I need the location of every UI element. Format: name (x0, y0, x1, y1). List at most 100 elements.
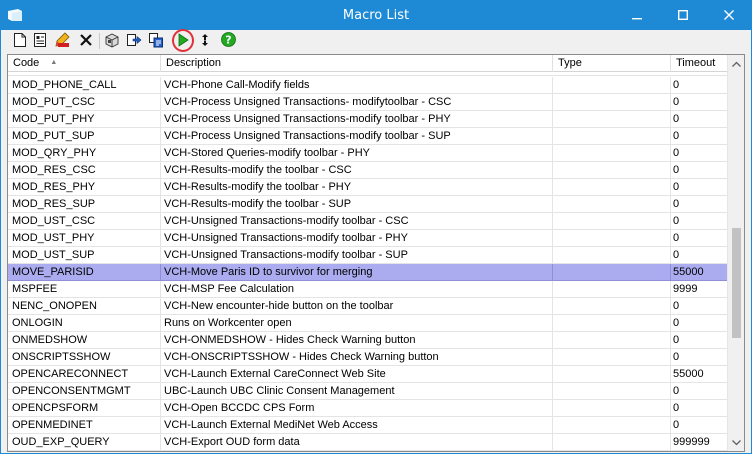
cell-description: VCH-Unsigned Transactions-modify toolbar… (161, 230, 553, 247)
minimize-button[interactable] (614, 0, 660, 30)
cell-timeout: 0 (671, 315, 728, 332)
refresh-button[interactable] (196, 32, 214, 50)
table-row[interactable]: MOD_PHONE_CALL VCH-Phone Call-Modify fiel… (8, 77, 728, 94)
cell-type (553, 230, 671, 247)
table-row[interactable]: MOD_PUT_PHY VCH-Process Unsigned Transact… (8, 111, 728, 128)
table-row[interactable]: ONMEDSHOW VCH-ONMEDSHOW - Hides Check War… (8, 332, 728, 349)
cell-description: VCH-Process Unsigned Transactions- modif… (161, 94, 553, 111)
cell-type (553, 298, 671, 315)
cell-code: MOD_RES_PHY (8, 179, 161, 196)
run-button[interactable] (174, 32, 192, 50)
scrollbar-thumb[interactable] (732, 228, 741, 338)
export-package-icon (104, 32, 120, 51)
cell-timeout: 0 (671, 128, 728, 145)
help-button[interactable]: ? (219, 32, 237, 50)
copy-button[interactable] (147, 32, 165, 50)
cell-timeout: 0 (671, 145, 728, 162)
table-row[interactable]: MOD_RES_SUP VCH-Results-modify the toolba… (8, 196, 728, 213)
scroll-down-button[interactable] (728, 434, 744, 451)
close-button[interactable] (706, 0, 752, 30)
cell-code: MOD_QRY_PHY (8, 145, 161, 162)
cell-type (553, 315, 671, 332)
import-icon (126, 32, 142, 51)
table-row[interactable]: MOD_UST_SUP VCH-Unsigned Transactions-mod… (8, 247, 728, 264)
delete-button[interactable] (77, 32, 95, 50)
column-header-type[interactable]: Type (553, 55, 671, 72)
cell-type (553, 128, 671, 145)
maximize-icon (678, 10, 688, 20)
cell-timeout: 0 (671, 383, 728, 400)
copy-icon (148, 32, 164, 51)
cell-code: MOD_PUT_SUP (8, 128, 161, 145)
edit-icon (55, 31, 71, 51)
scroll-up-button[interactable] (728, 55, 744, 72)
cell-description: VCH-Move Paris ID to survivor for mergin… (161, 264, 553, 281)
column-header-code[interactable]: Code ▲ (8, 55, 161, 72)
table-row[interactable]: MOD_UST_CSC VCH-Unsigned Transactions-mod… (8, 213, 728, 230)
cell-type (553, 281, 671, 298)
edit-button[interactable] (54, 31, 72, 51)
cell-description: VCH-Process Unsigned Transactions-modify… (161, 111, 553, 128)
cell-code: OUD_EXP_QUERY (8, 434, 161, 451)
table-row[interactable]: MOVE_PARISID VCH-Move Paris ID to survivo… (8, 264, 728, 281)
cell-description: VCH-New encounter-hide button on the too… (161, 298, 553, 315)
cell-description: VCH-Results-modify the toolbar - SUP (161, 196, 553, 213)
table-header: Code ▲ Description Type Timeout (8, 55, 728, 72)
table-row[interactable]: OPENCARECONNECT VCH-Launch External CareC… (8, 366, 728, 383)
column-header-timeout[interactable]: Timeout (671, 55, 728, 72)
cell-timeout: 55000 (671, 366, 728, 383)
table-row[interactable]: MOD_QRY_PHY VCH-Stored Queries-modify too… (8, 145, 728, 162)
cell-timeout: 0 (671, 94, 728, 111)
chevron-up-icon (731, 58, 741, 70)
table-row[interactable]: NENC_ONOPEN VCH-New encounter-hide button… (8, 298, 728, 315)
cell-description: VCH-Results-modify the toolbar - PHY (161, 179, 553, 196)
cell-timeout: 0 (671, 77, 728, 94)
cell-type (553, 417, 671, 434)
cell-code: MOD_RES_CSC (8, 162, 161, 179)
cell-code: MOD_RES_SUP (8, 196, 161, 213)
new-button[interactable] (11, 32, 29, 50)
cell-description: VCH-Launch External CareConnect Web Site (161, 366, 553, 383)
table-row[interactable]: MOD_PUT_CSC VCH-Process Unsigned Transact… (8, 94, 728, 111)
title-bar[interactable]: Macro List (0, 0, 752, 30)
cell-timeout: 0 (671, 332, 728, 349)
macro-table[interactable]: Code ▲ Description Type Timeout MOD_PHON… (7, 54, 745, 452)
properties-button[interactable] (31, 32, 49, 50)
table-row[interactable]: OPENMEDINET VCH-Launch External MediNet W… (8, 417, 728, 434)
import-button[interactable] (125, 32, 143, 50)
maximize-button[interactable] (660, 0, 706, 30)
cell-timeout: 0 (671, 179, 728, 196)
cell-description: VCH-Export OUD form data (161, 434, 553, 451)
cell-code: MOD_UST_PHY (8, 230, 161, 247)
table-row[interactable]: MOD_UST_PHY VCH-Unsigned Transactions-mod… (8, 230, 728, 247)
table-row[interactable]: MOD_PUT_SUP VCH-Process Unsigned Transact… (8, 128, 728, 145)
cell-type (553, 111, 671, 128)
table-row[interactable]: OPENCONSENTMGMT UBC-Launch UBC Clinic Con… (8, 383, 728, 400)
table-row[interactable]: MSPFEE VCH-MSP Fee Calculation 9999 (8, 281, 728, 298)
cell-timeout: 0 (671, 349, 728, 366)
column-header-description[interactable]: Description (161, 55, 553, 72)
cell-code: MOD_UST_CSC (8, 213, 161, 230)
cell-type (553, 77, 671, 94)
cell-type (553, 196, 671, 213)
table-row[interactable]: ONSCRIPTSSHOW VCH-ONSCRIPTSSHOW - Hides C… (8, 349, 728, 366)
cell-code: OPENCARECONNECT (8, 366, 161, 383)
table-row[interactable]: MOD_RES_CSC VCH-Results-modify the toolba… (8, 162, 728, 179)
cell-code: OPENCPSFORM (8, 400, 161, 417)
table-row[interactable]: OUD_EXP_QUERY VCH-Export OUD form data 999… (8, 434, 728, 451)
run-icon (176, 32, 190, 50)
table-row[interactable]: OPENCPSFORM VCH-Open BCCDC CPS Form 0 (8, 400, 728, 417)
properties-icon (33, 32, 48, 51)
export-button[interactable] (103, 32, 121, 50)
delete-icon (79, 33, 93, 50)
cell-description: VCH-Open BCCDC CPS Form (161, 400, 553, 417)
cell-type (553, 383, 671, 400)
table-row[interactable]: MOD_RES_PHY VCH-Results-modify the toolba… (8, 179, 728, 196)
svg-text:?: ? (225, 34, 231, 47)
cell-type (553, 332, 671, 349)
cell-code: OPENMEDINET (8, 417, 161, 434)
vertical-scrollbar[interactable] (727, 55, 744, 451)
table-row[interactable]: ONLOGIN Runs on Workcenter open 0 (8, 315, 728, 332)
column-header-label: Type (558, 57, 582, 69)
toolbar-separator (99, 33, 100, 49)
